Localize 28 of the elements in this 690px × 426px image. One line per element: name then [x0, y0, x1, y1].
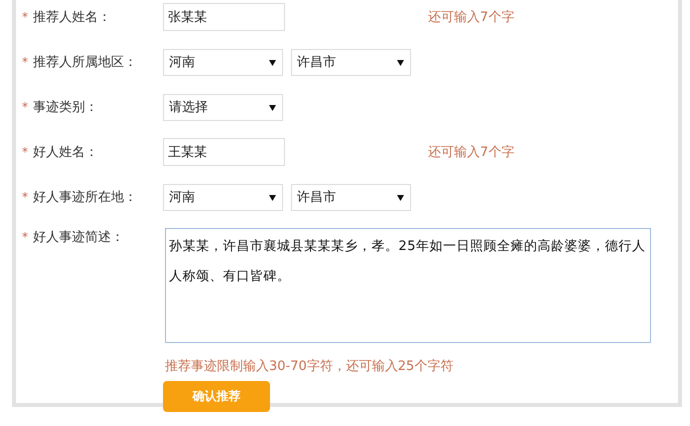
text-field[interactable]: 张某某 [163, 3, 285, 31]
required-mark: * [22, 190, 28, 204]
field-label: 好人姓名： [33, 144, 98, 161]
select-dropdown[interactable]: 河南 [163, 184, 283, 210]
required-mark: * [22, 55, 28, 69]
field-label: 推荐人所属地区： [33, 54, 137, 71]
field-label: 好人事迹所在地： [33, 189, 137, 206]
caret-icon [269, 58, 276, 66]
select-dropdown[interactable]: 许昌市 [291, 184, 411, 210]
field-label: 推荐人姓名： [33, 9, 111, 26]
caret-icon [397, 194, 404, 200]
select-dropdown[interactable]: 许昌市 [291, 48, 411, 76]
caret-icon [269, 194, 276, 200]
required-mark: * [22, 230, 28, 244]
caret-icon [269, 104, 276, 110]
text-field[interactable]: 王某某 [163, 138, 285, 166]
char-count-hint: 还可输入7个字 [428, 144, 514, 161]
field-label: 事迹类别： [33, 99, 98, 116]
caret-icon [397, 58, 404, 66]
char-count-hint: 还可输入7个字 [428, 9, 514, 26]
required-mark: * [22, 10, 28, 24]
select-dropdown[interactable]: 请选择 [163, 94, 283, 120]
required-mark: * [22, 145, 28, 159]
char-limit-hint: 推荐事迹限制输入30-70字符，还可输入25个字符 [165, 358, 454, 375]
description-field[interactable]: 孙某某，许昌市襄城县某某某乡，孝。25年如一日照顾全瘫的高龄婆婆，德行人人称颂、有口皆碑。 [165, 228, 651, 343]
required-mark: * [22, 100, 28, 114]
select-dropdown[interactable]: 河南 [163, 48, 283, 76]
field-label: 好人事迹简述： [33, 229, 124, 246]
